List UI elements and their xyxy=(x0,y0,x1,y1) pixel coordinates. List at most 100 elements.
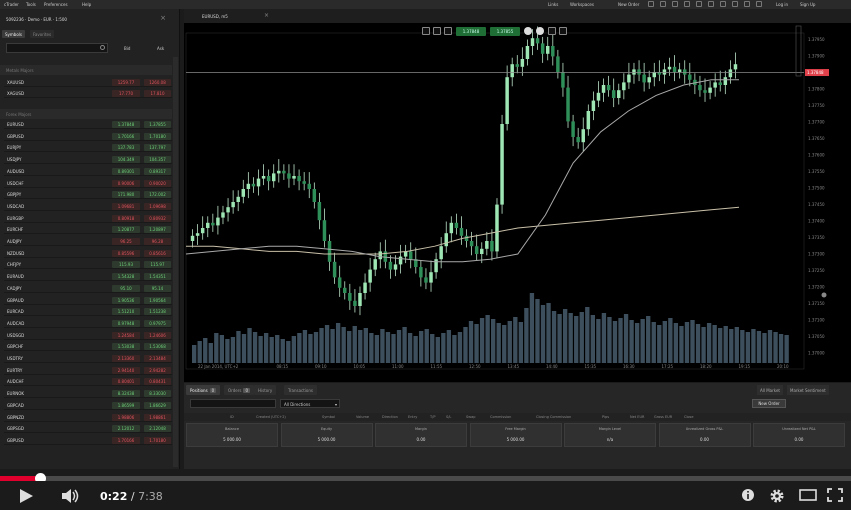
menu-ctrader[interactable]: cTrader xyxy=(4,2,19,7)
bid-price-button[interactable]: 0.90006 xyxy=(112,179,140,187)
account-bar[interactable]: 5092236 · Demo · EUR · 1:500 × xyxy=(0,13,180,25)
ask-price-button[interactable]: 1.70180 xyxy=(144,436,171,444)
column-header[interactable]: Symbol xyxy=(322,415,335,419)
quote-row[interactable]: EURUSD 1.37848 1.37855 xyxy=(4,119,172,129)
quote-row[interactable]: EURJPY 137.783 137.797 xyxy=(4,142,172,153)
sell-price-button[interactable]: 1.37848 xyxy=(456,27,486,36)
tab-orders[interactable]: Orders 0 xyxy=(224,385,254,395)
menu-workspaces[interactable]: Workspaces xyxy=(570,2,594,7)
ask-price-button[interactable]: 1.20897 xyxy=(144,226,171,234)
ask-price-button[interactable]: 1.51238 xyxy=(144,308,171,316)
quote-row[interactable]: NZDUSD 0.85596 0.85616 xyxy=(4,248,172,258)
bid-price-button[interactable]: 1.70166 xyxy=(112,436,140,444)
ask-price-button[interactable]: 1.53068 xyxy=(144,343,171,351)
column-header[interactable]: Created (UTC+2) xyxy=(256,415,286,419)
menu-sign-up[interactable]: Sign Up xyxy=(800,2,815,7)
menu-help[interactable]: Help xyxy=(82,2,91,7)
fullscreen-icon[interactable] xyxy=(827,488,843,502)
column-header[interactable]: Direction xyxy=(382,415,398,419)
bid-price-button[interactable]: 0.80401 xyxy=(112,378,140,386)
bid-price-button[interactable]: 1.09681 xyxy=(112,202,140,210)
bid-price-button[interactable]: 2.94140 xyxy=(112,366,140,374)
bid-price-button[interactable]: 8.32438 xyxy=(112,390,140,398)
user-icon[interactable] xyxy=(756,1,762,7)
quote-row[interactable]: CHFJPY 115.93 115.97 xyxy=(4,259,172,270)
quote-row[interactable]: AUDCAD 0.97948 0.97975 xyxy=(4,318,172,328)
group-header[interactable]: Forex Majors xyxy=(0,109,172,119)
lock-icon[interactable] xyxy=(720,1,726,7)
column-header[interactable]: Close xyxy=(684,415,694,419)
bid-price-button[interactable]: 1.37848 xyxy=(112,121,140,128)
bid-price-button[interactable]: 1.53038 xyxy=(112,343,140,351)
ask-price-button[interactable]: 1.37855 xyxy=(144,121,171,128)
new-order-button[interactable]: New Order xyxy=(752,399,786,408)
column-header[interactable]: Pips xyxy=(602,415,609,419)
quote-row[interactable]: USDSGD 1.24584 1.24606 xyxy=(4,330,172,340)
bid-price-button[interactable]: 1.20877 xyxy=(112,226,140,234)
ask-price-button[interactable]: 8.33030 xyxy=(144,390,171,398)
bid-price-button[interactable]: 1259.77 xyxy=(112,79,140,86)
column-header[interactable]: Net EUR xyxy=(630,415,644,419)
indicator-round-icon[interactable] xyxy=(536,27,544,35)
ask-price-button[interactable]: 1.24606 xyxy=(144,331,171,339)
chart-icon[interactable] xyxy=(684,1,690,7)
theater-mode-icon[interactable] xyxy=(799,488,817,502)
bid-price-button[interactable]: 1.90536 xyxy=(112,296,140,304)
quote-row[interactable]: GBPSGD 2.12012 2.12048 xyxy=(4,423,172,434)
info-icon[interactable] xyxy=(744,1,750,7)
chart-scroll-handle[interactable] xyxy=(795,25,802,77)
bid-price-button[interactable]: 1.24584 xyxy=(112,331,140,339)
ask-price-button[interactable]: 115.97 xyxy=(144,261,171,269)
ask-price-button[interactable]: 2.12048 xyxy=(144,425,171,433)
ask-price-button[interactable]: 1.54351 xyxy=(144,273,171,281)
ask-price-button[interactable]: 1.70180 xyxy=(144,132,171,140)
close-chart-icon[interactable]: × xyxy=(264,12,269,19)
bid-price-button[interactable]: 1.70166 xyxy=(112,132,140,140)
zoom-in-icon[interactable] xyxy=(433,27,441,35)
ask-price-button[interactable]: 2.13484 xyxy=(144,355,171,362)
settings-round-icon[interactable] xyxy=(524,27,532,35)
tab-positions[interactable]: Positions 0 xyxy=(186,385,221,395)
quote-row[interactable]: EURAUD 1.54328 1.54351 xyxy=(4,271,172,282)
gear-icon[interactable] xyxy=(769,488,785,504)
column-header[interactable]: Entry xyxy=(408,415,417,419)
quote-row[interactable]: GBPUSD 1.70166 1.70180 xyxy=(4,131,172,141)
quote-row[interactable]: EURCHF 1.20877 1.20897 xyxy=(4,224,172,235)
column-header[interactable]: Gross EUR xyxy=(654,415,672,419)
ask-price-button[interactable]: 172.002 xyxy=(144,191,171,199)
column-header[interactable]: Swap xyxy=(466,415,475,419)
menu-links[interactable]: Links xyxy=(548,2,558,7)
search-icon[interactable] xyxy=(100,45,105,50)
ask-price-button[interactable]: 0.90020 xyxy=(144,179,171,187)
bid-price-button[interactable]: 171.980 xyxy=(112,191,140,199)
quote-row[interactable]: AUDCHF 0.80401 0.80431 xyxy=(4,376,172,387)
window-icon[interactable] xyxy=(660,1,666,7)
quote-row[interactable]: EURNOK 8.32438 8.33030 xyxy=(4,388,172,399)
quote-row[interactable]: GBPJPY 171.980 172.002 xyxy=(4,189,172,200)
ask-price-button[interactable]: 95.14 xyxy=(144,284,171,292)
bid-price-button[interactable]: 96.25 xyxy=(112,238,140,245)
quote-row[interactable]: GBPAUD 1.90536 1.90564 xyxy=(4,295,172,305)
positions-filter-input[interactable] xyxy=(190,399,276,408)
bid-price-button[interactable]: 115.93 xyxy=(112,261,140,269)
menu-preferences[interactable]: Preferences xyxy=(44,2,68,7)
group-header[interactable]: Metals Majors xyxy=(0,65,172,75)
drag-handle-icon[interactable] xyxy=(821,292,827,298)
ask-price-button[interactable]: 104.357 xyxy=(144,156,171,164)
bid-price-button[interactable]: 104.349 xyxy=(112,156,140,164)
help-icon[interactable] xyxy=(732,1,738,7)
ask-price-button[interactable]: 1.09698 xyxy=(144,202,171,210)
column-header[interactable]: ID xyxy=(230,415,234,419)
bid-price-button[interactable]: 0.85596 xyxy=(112,249,140,257)
menu-new-order[interactable]: New Order xyxy=(618,2,639,7)
menu-tools[interactable]: Tools xyxy=(26,2,36,7)
column-header[interactable]: Commission xyxy=(490,415,511,419)
price-chart[interactable]: 1.379501.379001.378501.378001.377501.377… xyxy=(184,23,851,382)
column-header[interactable]: S/L xyxy=(446,415,451,419)
ask-price-button[interactable]: 0.80431 xyxy=(144,378,171,386)
tab-history[interactable]: History xyxy=(254,385,277,395)
ask-price-button[interactable]: 17.810 xyxy=(144,90,171,97)
ask-price-button[interactable]: 1.86629 xyxy=(144,401,171,409)
close-icon[interactable]: × xyxy=(160,14,166,22)
layout-icon[interactable] xyxy=(548,27,556,35)
